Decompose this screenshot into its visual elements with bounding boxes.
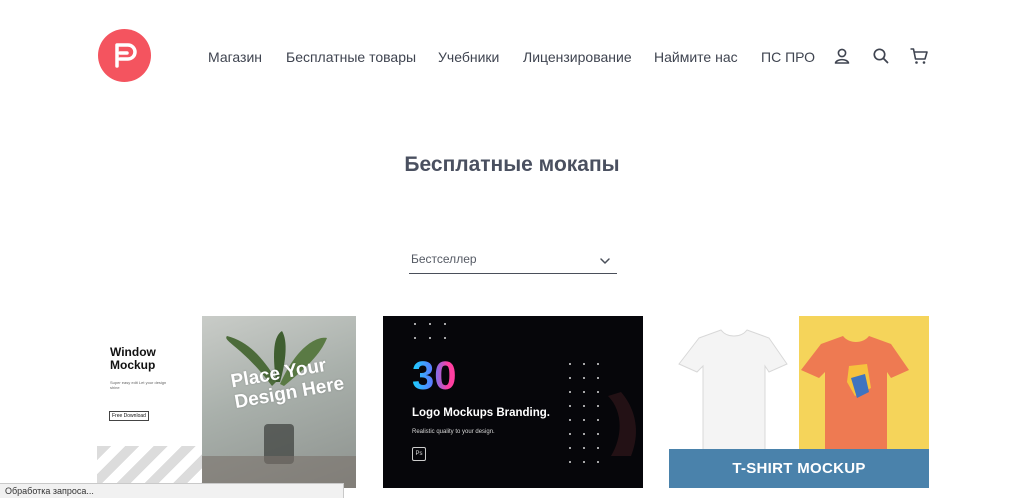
nav-item-free-goods[interactable]: Бесплатные товары (286, 47, 416, 67)
nav-item-shop[interactable]: Магазин (208, 47, 262, 67)
chevron-down-icon (600, 258, 610, 264)
page-title: Бесплатные мокапы (404, 153, 620, 176)
sort-select[interactable]: Бестселлер (409, 249, 617, 274)
nav-link-shop[interactable]: Магазин (208, 49, 262, 65)
photoshop-badge: Ps (412, 447, 426, 461)
nav-item-tutorials[interactable]: Учебники (438, 47, 499, 67)
product-card-logo-mockups[interactable]: 30 Logo Mockups Branding. Realistic qual… (383, 316, 643, 488)
cart-icon[interactable] (909, 46, 929, 66)
brand-logo[interactable] (98, 29, 151, 82)
window-photo: Place Your Design Here (202, 316, 356, 488)
mockup-count: 30 (412, 354, 457, 398)
dot-pattern-decoration (414, 323, 636, 463)
product-banner-label: T-SHIRT MOCKUP (732, 460, 866, 477)
brand-p-logo-icon (115, 43, 137, 68)
nav-link-tutorials[interactable]: Учебники (438, 49, 499, 65)
product-subtitle: Realistic quality to your design. (412, 429, 495, 435)
nav-link-free-goods[interactable]: Бесплатные товары (286, 49, 416, 65)
nav-link-licensing[interactable]: Лицензирование (523, 49, 632, 65)
nav-link-ps-pro[interactable]: ПС ПРО (761, 49, 815, 65)
user-icon[interactable] (832, 46, 852, 66)
product-card-tshirt-mockup[interactable]: T-SHIRT MOCKUP (669, 316, 929, 488)
decorative-stripes (97, 446, 202, 488)
product-title: Window Mockup (110, 345, 156, 372)
free-download-button[interactable]: Free Download (109, 411, 149, 421)
nav-item-ps-pro[interactable]: ПС ПРО (761, 47, 815, 67)
sort-selected-value: Бестселлер (411, 252, 477, 266)
nav-item-hire-us[interactable]: Наймите нас (654, 47, 738, 67)
status-text: Обработка запроса... (5, 486, 94, 496)
nav-item-licensing[interactable]: Лицензирование (523, 47, 632, 67)
product-title: Logo Mockups Branding. (412, 407, 550, 419)
browser-status-bar: Обработка запроса... (0, 483, 344, 498)
product-card-window-mockup[interactable]: Window Mockup Super easy edit Let your d… (97, 316, 356, 488)
search-icon[interactable] (871, 46, 891, 66)
nav-link-hire-us[interactable]: Наймите нас (654, 49, 738, 65)
product-small-text: Super easy edit Let your design shine (110, 380, 167, 390)
